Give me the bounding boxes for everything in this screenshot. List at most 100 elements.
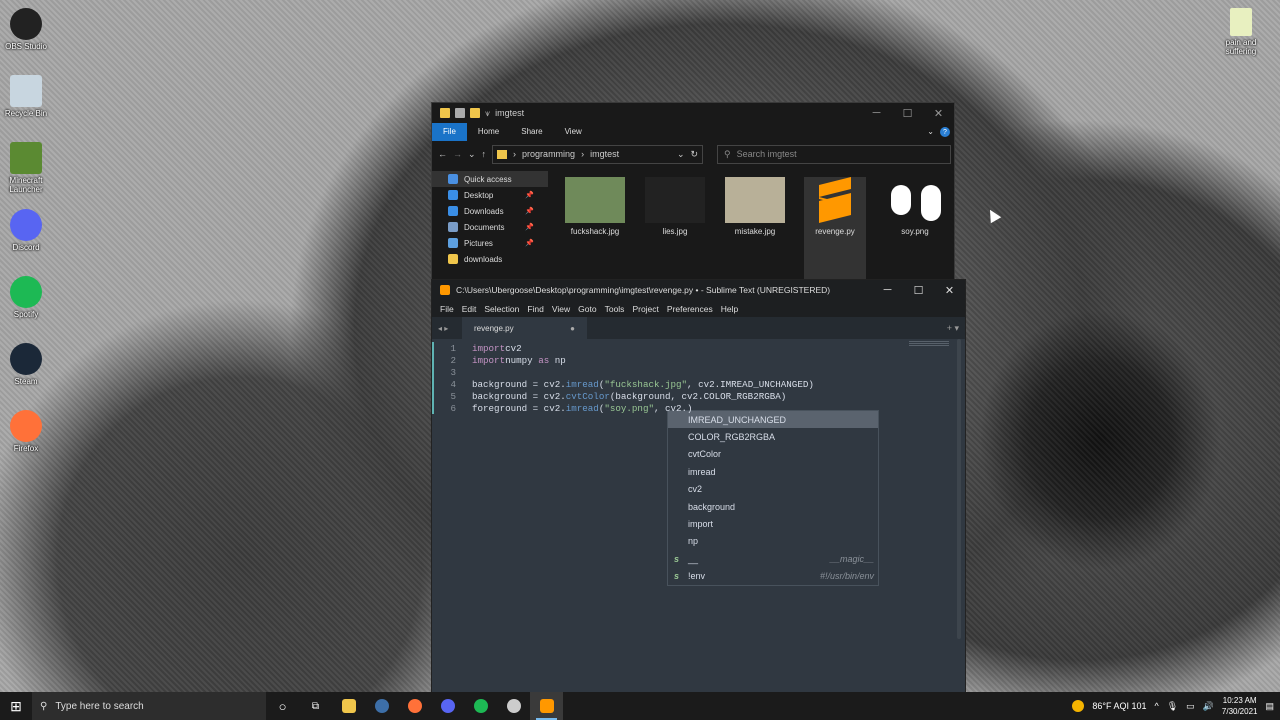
weather-text[interactable]: 86°F AQI 101: [1092, 701, 1146, 711]
code-line[interactable]: 6 foreground = cv2.imread("soy.png", cv2.…: [432, 402, 692, 414]
forward-icon[interactable]: →: [453, 149, 462, 159]
task-view-button[interactable]: ⧉: [299, 692, 332, 720]
menu-project[interactable]: Project: [628, 304, 662, 314]
desktop-shortcut-discord[interactable]: Discord: [1, 209, 51, 252]
autocomplete-item[interactable]: background: [668, 498, 878, 515]
taskbar-app-sublime[interactable]: [530, 692, 563, 720]
notifications-icon[interactable]: ▤: [1265, 701, 1274, 712]
menu-selection[interactable]: Selection: [480, 304, 523, 314]
ribbon-tab-file[interactable]: File: [432, 123, 467, 141]
nav-item-downloads[interactable]: downloads: [432, 251, 548, 267]
code-line[interactable]: 5 background = cv2.cvtColor(background, c…: [432, 390, 786, 402]
nav-item-downloads[interactable]: Downloads 📌: [432, 203, 548, 219]
code-line[interactable]: 2 importnumpy as np: [432, 354, 565, 366]
nav-item-quick-access[interactable]: Quick access: [432, 171, 548, 187]
maximize-button[interactable]: ☐: [892, 107, 923, 120]
microphone-icon[interactable]: 🎙: [1167, 701, 1178, 712]
breadcrumb-programming[interactable]: programming: [522, 149, 575, 159]
maximize-button[interactable]: ☐: [903, 284, 934, 297]
show-hidden-icons-icon[interactable]: ^: [1154, 701, 1158, 711]
pin-icon[interactable]: 📌: [525, 239, 534, 247]
nav-item-pictures[interactable]: Pictures 📌: [432, 235, 548, 251]
desktop-shortcut-steam[interactable]: Steam: [1, 343, 51, 386]
menu-edit[interactable]: Edit: [458, 304, 481, 314]
desktop-shortcut-minecraft[interactable]: Minecraft Launcher: [1, 142, 51, 194]
properties-icon[interactable]: [455, 108, 465, 118]
menu-find[interactable]: Find: [523, 304, 548, 314]
ribbon-tab-share[interactable]: Share: [510, 123, 553, 141]
autocomplete-item[interactable]: import: [668, 515, 878, 532]
nav-item-documents[interactable]: Documents 📌: [432, 219, 548, 235]
minimize-button[interactable]: ─: [861, 107, 892, 120]
back-icon[interactable]: ←: [438, 149, 447, 159]
taskbar-search[interactable]: ⚲ Type here to search: [32, 692, 266, 720]
taskbar-app-spotify[interactable]: [464, 692, 497, 720]
autocomplete-item[interactable]: np: [668, 533, 878, 550]
cortana-button[interactable]: ○: [266, 692, 299, 720]
code-editor[interactable]: IMREAD_UNCHANGED COLOR_RGB2RGBA cvtColor im…: [432, 339, 965, 689]
desktop-file-pain-and-suffering[interactable]: pain and suffering: [1216, 8, 1266, 56]
file-item[interactable]: mistake.jpg: [724, 177, 786, 279]
file-item[interactable]: lies.jpg: [644, 177, 706, 279]
pin-icon[interactable]: 📌: [525, 191, 534, 199]
new-folder-icon[interactable]: [470, 108, 480, 118]
desktop-shortcut-firefox[interactable]: Firefox: [1, 410, 51, 453]
volume-icon[interactable]: 🔊: [1203, 701, 1214, 712]
tab-scroll-icon[interactable]: ◂ ▸: [432, 324, 462, 333]
taskbar-app-obs[interactable]: [497, 692, 530, 720]
desktop-shortcut-spotify[interactable]: Spotify: [1, 276, 51, 319]
quick-access-dropdown-icon[interactable]: ⩛: [485, 108, 490, 119]
breadcrumb-imgtest[interactable]: imgtest: [590, 149, 619, 159]
menu-goto[interactable]: Goto: [574, 304, 600, 314]
search-input[interactable]: ⚲ Search imgtest: [717, 144, 952, 164]
new-tab-dropdown-icon[interactable]: + ▾: [947, 323, 965, 334]
code-line[interactable]: 3: [432, 366, 472, 378]
weather-icon[interactable]: [1072, 700, 1085, 712]
nav-item-desktop[interactable]: Desktop 📌: [432, 187, 548, 203]
ribbon-expand-icon[interactable]: ⌄: [927, 123, 934, 141]
autocomplete-item[interactable]: s !env #!/usr/bin/env: [668, 568, 878, 585]
code-line[interactable]: 4 background = cv2.imread("fuckshack.jpg"…: [432, 378, 813, 390]
ribbon-tab-home[interactable]: Home: [467, 123, 510, 141]
close-button[interactable]: ✕: [923, 107, 954, 120]
taskbar-app-discord[interactable]: [431, 692, 464, 720]
menu-view[interactable]: View: [548, 304, 574, 314]
menu-tools[interactable]: Tools: [601, 304, 629, 314]
scrollbar[interactable]: [957, 339, 961, 639]
file-item[interactable]: revenge.py: [804, 177, 866, 279]
desktop-shortcut-obs[interactable]: OBS Studio: [1, 8, 51, 51]
help-icon[interactable]: ?: [940, 127, 950, 137]
unsaved-dot-icon[interactable]: ●: [570, 324, 575, 333]
tab-revenge-py[interactable]: revenge.py ●: [462, 317, 587, 339]
network-icon[interactable]: ▭: [1186, 701, 1195, 712]
minimize-button[interactable]: ─: [872, 284, 903, 297]
pin-icon[interactable]: 📌: [525, 223, 534, 231]
menu-preferences[interactable]: Preferences: [663, 304, 717, 314]
file-item[interactable]: soy.png: [884, 177, 946, 279]
file-item[interactable]: fuckshack.jpg: [564, 177, 626, 279]
taskbar-app-steam[interactable]: [365, 692, 398, 720]
address-bar[interactable]: › programming › imgtest ⌄ ↻: [492, 144, 704, 164]
autocomplete-item[interactable]: COLOR_RGB2RGBA: [668, 428, 878, 445]
pin-icon[interactable]: 📌: [525, 207, 534, 215]
autocomplete-item[interactable]: s __ __magic__: [668, 550, 878, 567]
refresh-icon[interactable]: ↻: [691, 149, 703, 160]
explorer-titlebar[interactable]: ⩛ imgtest ─ ☐ ✕: [432, 103, 954, 123]
recent-dropdown-icon[interactable]: ⌄: [468, 149, 476, 160]
code-line[interactable]: 1 importcv2: [432, 342, 521, 354]
close-button[interactable]: ✕: [934, 284, 965, 297]
autocomplete-item[interactable]: cv2: [668, 481, 878, 498]
autocomplete-item[interactable]: cvtColor: [668, 446, 878, 463]
start-button[interactable]: ⊞: [0, 698, 32, 715]
menu-help[interactable]: Help: [717, 304, 742, 314]
ribbon-tab-view[interactable]: View: [554, 123, 593, 141]
desktop-shortcut-recycle-bin[interactable]: Recycle Bin: [1, 75, 51, 118]
sublime-titlebar[interactable]: C:\Users\Ubergoose\Desktop\programming\i…: [432, 280, 965, 300]
clock[interactable]: 10:23 AM 7/30/2021: [1222, 695, 1258, 717]
menu-file[interactable]: File: [436, 304, 458, 314]
minimap[interactable]: [909, 341, 949, 347]
taskbar-app-file-explorer[interactable]: [332, 692, 365, 720]
autocomplete-item[interactable]: imread: [668, 463, 878, 480]
taskbar-app-firefox[interactable]: [398, 692, 431, 720]
up-icon[interactable]: ↑: [482, 149, 487, 159]
